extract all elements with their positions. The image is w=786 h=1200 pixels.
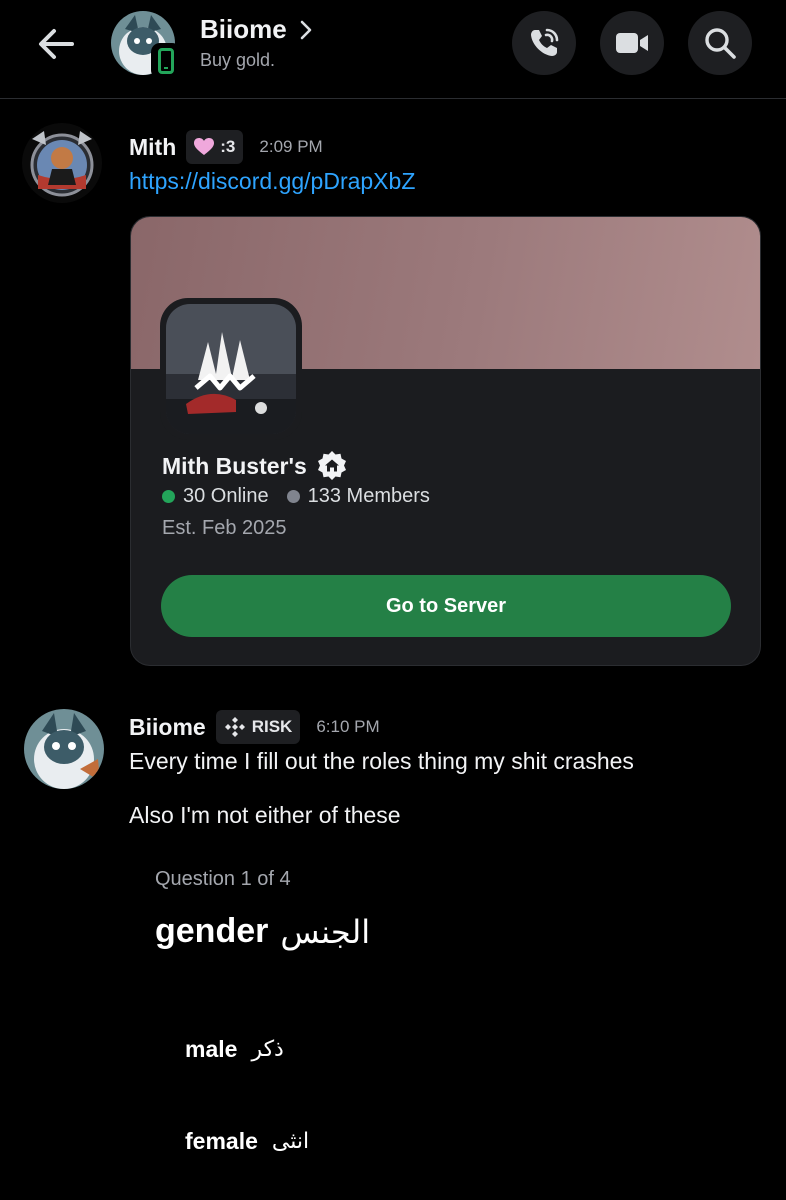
message-header: Biiome RISK 6:10 PM bbox=[129, 710, 380, 744]
question-title: gender الجنس bbox=[155, 912, 370, 951]
message-header: Mith :3 2:09 PM bbox=[129, 130, 323, 164]
guild-tag[interactable]: RISK bbox=[215, 710, 301, 744]
community-home-icon bbox=[317, 451, 346, 480]
server-name-row: Mith Buster's bbox=[162, 450, 348, 482]
option-label: female bbox=[185, 1128, 258, 1154]
phone-call-icon bbox=[531, 28, 559, 56]
question-option[interactable]: male ذكر bbox=[185, 1036, 284, 1063]
video-camera-icon bbox=[616, 33, 648, 53]
message-text: Every time I fill out the roles thing my… bbox=[129, 748, 634, 774]
search-button[interactable] bbox=[688, 11, 752, 75]
invite-link[interactable]: https://discord.gg/pDrapXbZ bbox=[129, 168, 415, 195]
timestamp: 2:09 PM bbox=[259, 137, 323, 156]
server-stats: 30 Online 133 Members bbox=[162, 485, 430, 508]
go-to-server-button[interactable]: Go to Server bbox=[161, 575, 731, 637]
avatar[interactable] bbox=[24, 709, 104, 789]
username[interactable]: Mith bbox=[129, 134, 176, 161]
question-title-en: gender bbox=[155, 912, 269, 950]
option-label-ar: انثى bbox=[271, 1129, 310, 1154]
option-label: male bbox=[185, 1036, 238, 1062]
timestamp: 6:10 PM bbox=[316, 717, 380, 736]
online-count: 30 Online bbox=[183, 485, 269, 507]
channel-title: Biiome bbox=[200, 14, 287, 44]
diamond-cluster-icon bbox=[224, 716, 246, 738]
chevron-right-icon bbox=[300, 20, 311, 39]
members-indicator bbox=[286, 490, 300, 503]
custom-status: Buy gold. bbox=[200, 50, 276, 70]
online-indicator bbox=[162, 490, 175, 503]
mobile-status-badge bbox=[151, 43, 181, 79]
message-text: Also I'm not either of these bbox=[129, 802, 401, 828]
server-name: Mith Buster's bbox=[162, 452, 307, 479]
search-icon bbox=[705, 28, 736, 59]
chat-header: Biiome Buy gold. bbox=[0, 0, 786, 99]
header-title-row[interactable]: Biiome bbox=[200, 14, 313, 45]
question-option[interactable]: female انثى bbox=[185, 1128, 309, 1155]
server-invite-card: Mith Buster's 30 Online 133 Members Est.… bbox=[130, 216, 761, 666]
avatar[interactable] bbox=[22, 123, 102, 203]
option-label-ar: ذكر bbox=[251, 1037, 284, 1062]
mobile-phone-icon bbox=[158, 48, 174, 74]
username[interactable]: Biiome bbox=[129, 714, 206, 741]
question-title-ar: الجنس bbox=[280, 912, 371, 951]
tag-label: RISK bbox=[251, 717, 293, 736]
established-date: Est. Feb 2025 bbox=[162, 517, 287, 539]
heart-icon bbox=[194, 138, 215, 156]
member-count: 133 Members bbox=[307, 485, 430, 507]
back-button[interactable] bbox=[34, 22, 78, 66]
arrow-left-icon bbox=[39, 29, 74, 59]
question-progress: Question 1 of 4 bbox=[155, 868, 291, 890]
guild-tag[interactable]: :3 bbox=[186, 130, 244, 164]
server-icon bbox=[160, 298, 302, 440]
voice-call-button[interactable] bbox=[512, 11, 576, 75]
tag-label: :3 bbox=[220, 137, 236, 156]
video-call-button[interactable] bbox=[600, 11, 664, 75]
header-avatar[interactable] bbox=[111, 11, 181, 79]
